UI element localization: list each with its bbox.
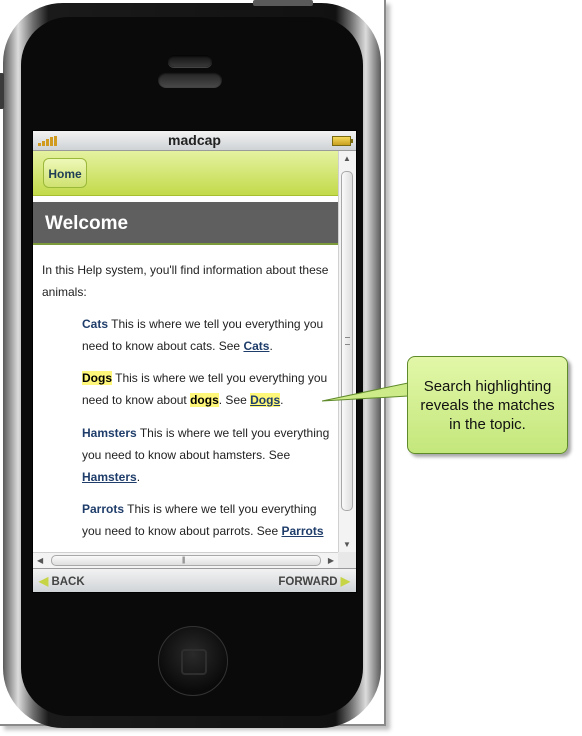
callout-box: Search highlighting reveals the matches …: [407, 356, 568, 454]
volume-button: [0, 73, 4, 109]
entry-end: .: [136, 470, 141, 484]
back-arrow-icon: ◀: [39, 574, 49, 588]
toolbar: Home: [33, 151, 338, 196]
link-parrots[interactable]: Parrots: [281, 524, 323, 538]
entry-term: Cats: [82, 317, 109, 331]
vertical-scroll-thumb[interactable]: [341, 171, 353, 511]
entry-text: . See: [218, 393, 251, 407]
forward-button[interactable]: FORWARD ▶: [278, 574, 350, 588]
back-label: BACK: [51, 576, 85, 588]
scroll-right-arrow-icon[interactable]: ▶: [328, 556, 334, 565]
entry-dogs: Dogs This is where we tell you everythin…: [82, 367, 332, 411]
sleep-button: [253, 0, 313, 6]
back-button[interactable]: ◀ BACK: [39, 574, 85, 588]
entry-end: .: [269, 339, 273, 353]
phone-screen: madcap Home Welcome In this Help system,…: [32, 130, 357, 593]
horizontal-scrollbar[interactable]: ◀ ||| ▶: [33, 552, 338, 569]
entry-term: Hamsters: [82, 426, 137, 440]
earpiece-speaker: [168, 55, 212, 67]
status-bar: madcap: [33, 131, 356, 151]
earpiece-grille: [158, 72, 222, 88]
link-cats[interactable]: Cats: [243, 339, 269, 353]
entry-hamsters: Hamsters This is where we tell you every…: [82, 422, 332, 488]
link-hamsters[interactable]: Hamsters: [82, 470, 137, 484]
entry-term-highlighted: Dogs: [82, 371, 112, 385]
vertical-scrollbar[interactable]: ▲ ▼: [338, 151, 356, 552]
callout-pointer: [322, 382, 409, 402]
scroll-left-arrow-icon[interactable]: ◀: [37, 556, 43, 565]
search-match-highlight: dogs: [190, 393, 219, 407]
topic-heading: Welcome: [33, 202, 338, 245]
entry-end: .: [280, 393, 284, 407]
status-title: madcap: [168, 132, 221, 148]
hardware-home-button[interactable]: [158, 626, 228, 696]
scroll-up-arrow-icon[interactable]: ▲: [343, 154, 351, 163]
battery-icon: [332, 136, 353, 146]
forward-label: FORWARD: [278, 576, 338, 588]
entry-text: This is where we tell you everything you…: [82, 317, 324, 353]
entry-cats: Cats This is where we tell you everythin…: [82, 313, 332, 357]
intro-paragraph: In this Help system, you'll find informa…: [42, 263, 329, 299]
home-square-icon: [181, 649, 207, 675]
link-dogs[interactable]: Dogs: [250, 393, 281, 407]
scroll-corner: [338, 552, 356, 568]
home-button[interactable]: Home: [43, 158, 87, 188]
horizontal-scroll-thumb[interactable]: |||: [51, 555, 321, 566]
navigation-bar: ◀ BACK FORWARD ▶: [33, 568, 356, 592]
entry-parrots: Parrots This is where we tell you everyt…: [82, 498, 332, 542]
entry-term: Parrots: [82, 502, 125, 516]
scroll-down-arrow-icon[interactable]: ▼: [343, 540, 351, 549]
callout-text: Search highlighting reveals the matches …: [420, 378, 555, 433]
topic-content: Home Welcome In this Help system, you'll…: [33, 151, 338, 552]
forward-arrow-icon: ▶: [340, 574, 350, 588]
